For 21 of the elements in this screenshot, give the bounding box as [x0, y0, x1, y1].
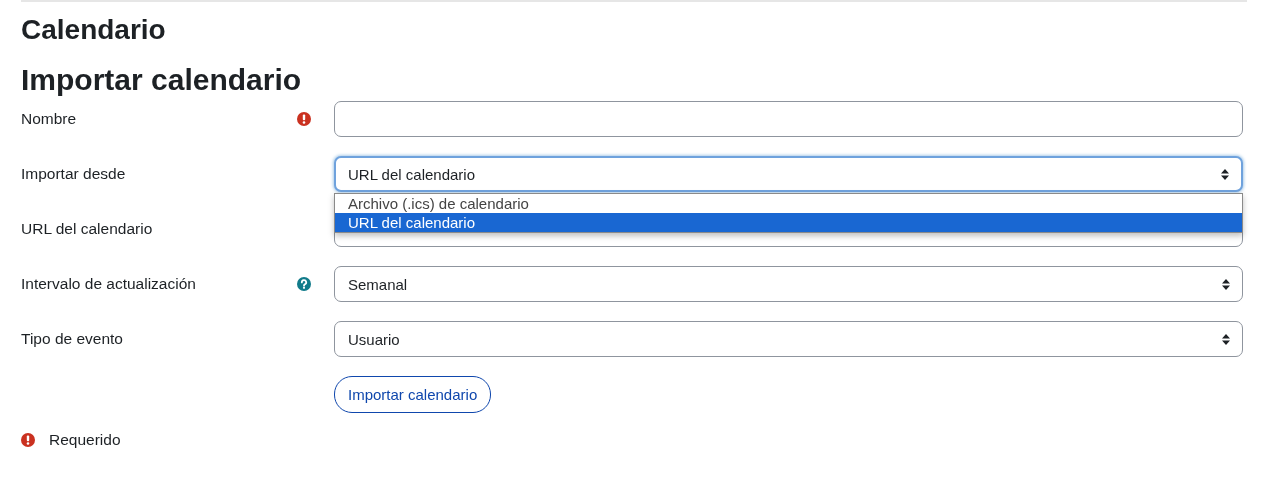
- dropdown-option[interactable]: Archivo (.ics) de calendario: [335, 194, 1242, 213]
- help-icon[interactable]: [297, 277, 311, 291]
- required-icon: [297, 112, 311, 126]
- required-icon: [21, 433, 35, 447]
- field-label: Nombre: [21, 110, 78, 128]
- dropdown-option[interactable]: URL del calendario: [335, 213, 1242, 232]
- page-title: Calendario: [21, 13, 166, 47]
- select-field[interactable]: Semanal: [334, 266, 1243, 302]
- input-field[interactable]: [334, 101, 1243, 137]
- import-button[interactable]: Importar calendario: [334, 376, 492, 413]
- field-label: Tipo de evento: [21, 330, 124, 348]
- field-label: Importar desde: [21, 165, 127, 183]
- select-field[interactable]: Usuario: [334, 321, 1243, 357]
- select-field[interactable]: URL del calendario: [334, 156, 1243, 192]
- sort-icon: [1222, 278, 1230, 290]
- section-heading: Importar calendario: [21, 62, 302, 98]
- sort-icon: [1222, 333, 1230, 345]
- field-label: Intervalo de actualización: [21, 275, 197, 293]
- sort-icon: [1221, 168, 1229, 180]
- field-label: URL del calendario: [21, 220, 154, 238]
- legend-text: Requerido: [49, 431, 121, 449]
